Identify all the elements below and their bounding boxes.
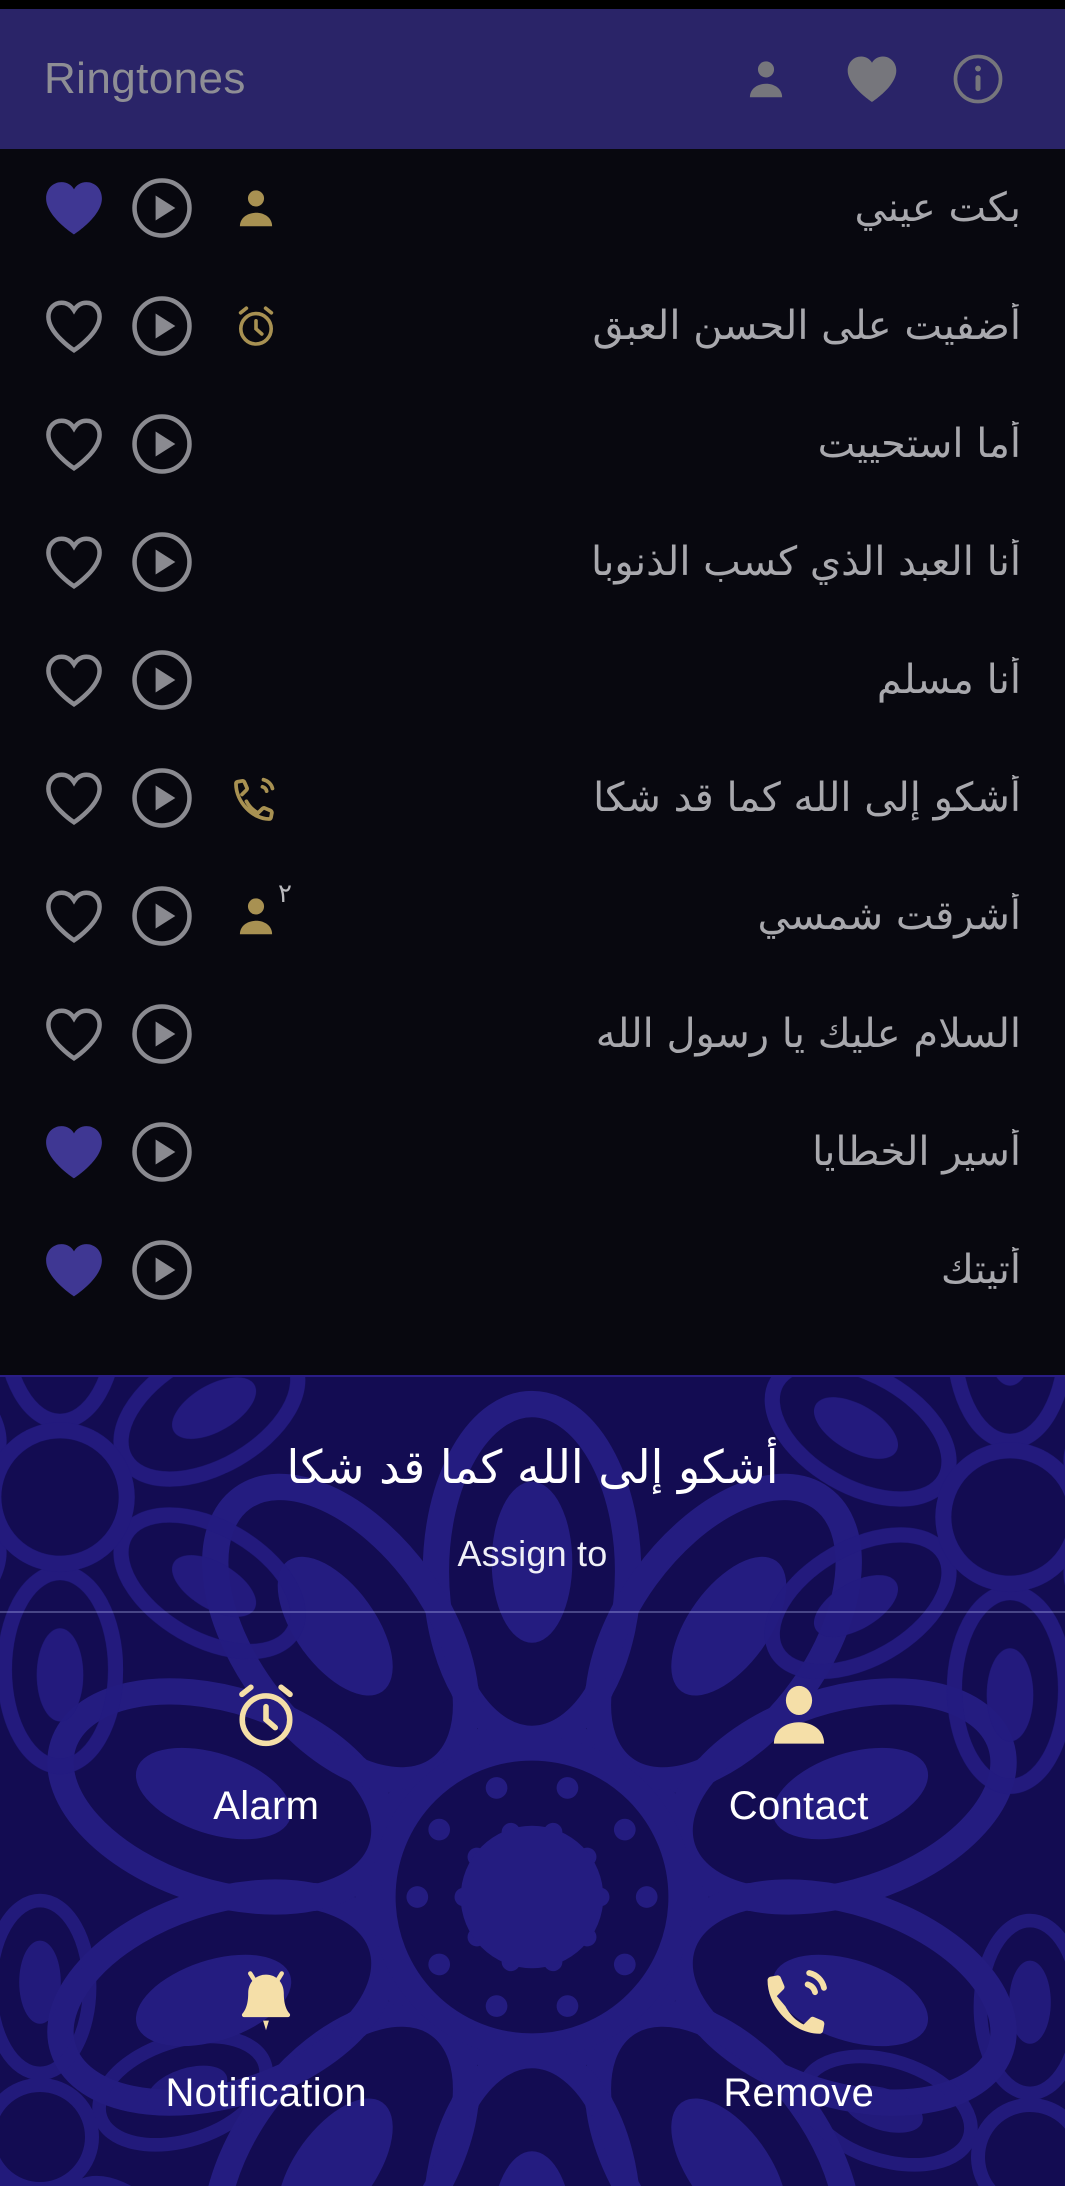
ringtone-title: أتيتك: [940, 1247, 1021, 1293]
row-controls: [30, 518, 306, 606]
assign-count-badge: ٢: [278, 878, 292, 908]
assign-slot-empty: [206, 1108, 306, 1196]
play-icon[interactable]: [118, 872, 206, 960]
ringtone-list[interactable]: بكت عيني أضفيت على الحسن العبق أما استحي…: [0, 149, 1065, 1375]
page-title: Ringtones: [44, 54, 246, 103]
assign-ringtone-icon[interactable]: [206, 754, 306, 842]
bell-icon: [231, 1963, 301, 2041]
ringtone-row[interactable]: ٢ أشرقت شمسي: [0, 857, 1065, 975]
app-screen: Ringtones بكت عيني أضفيت على الحسن العبق…: [0, 0, 1065, 2186]
row-controls: [30, 400, 306, 488]
assign-slot-empty: [206, 400, 306, 488]
ringtone-title: أسير الخطايا: [812, 1129, 1021, 1175]
heart-outline-icon[interactable]: [30, 872, 118, 960]
play-icon[interactable]: [118, 1226, 206, 1314]
play-icon[interactable]: [118, 636, 206, 724]
sheet-subtitle: Assign to: [457, 1532, 608, 1574]
status-bar: [0, 0, 1065, 9]
ringtone-row[interactable]: أنا مسلم: [0, 621, 1065, 739]
assign-contact-icon[interactable]: [206, 164, 306, 252]
row-controls: [30, 636, 306, 724]
ringtone-title: أنا العبد الذي كسب الذنوبا: [591, 539, 1021, 585]
row-controls: [30, 1108, 306, 1196]
ringtone-row[interactable]: أضفيت على الحسن العبق: [0, 267, 1065, 385]
row-controls: [30, 282, 306, 370]
alarm-clock-icon: [229, 1676, 303, 1754]
ringtone-row[interactable]: السلام عليك يا رسول الله: [0, 975, 1065, 1093]
app-bar: Ringtones: [0, 9, 1065, 149]
assign-action-contact[interactable]: Contact: [533, 1613, 1065, 1900]
ringtone-title: أشرقت شمسي: [757, 893, 1021, 939]
heart-outline-icon[interactable]: [30, 636, 118, 724]
play-icon[interactable]: [118, 164, 206, 252]
ringtone-row[interactable]: أما استحييت: [0, 385, 1065, 503]
assign-alarm-icon[interactable]: [206, 282, 306, 370]
heart-filled-icon[interactable]: [30, 164, 118, 252]
person-icon: [764, 1676, 834, 1754]
ringtone-title: بكت عيني: [854, 185, 1021, 231]
row-controls: [30, 990, 306, 1078]
sheet-ringtone-title: أشكو إلى الله كما قد شكا: [286, 1440, 779, 1494]
ringtone-title: السلام عليك يا رسول الله: [595, 1011, 1021, 1057]
play-icon[interactable]: [118, 754, 206, 842]
ringtone-row[interactable]: أنا العبد الذي كسب الذنوبا: [0, 503, 1065, 621]
row-controls: ٢: [30, 872, 306, 960]
contact-icon[interactable]: [737, 50, 795, 108]
assign-action-label: Notification: [165, 2071, 367, 2116]
phone-ringing-icon: [762, 1963, 836, 2041]
heart-outline-icon[interactable]: [30, 400, 118, 488]
ringtone-row[interactable]: أسير الخطايا: [0, 1093, 1065, 1211]
assign-action-remove[interactable]: Remove: [533, 1899, 1065, 2186]
assign-slot-empty: [206, 636, 306, 724]
play-icon[interactable]: [118, 400, 206, 488]
ringtone-title: أضفيت على الحسن العبق: [592, 303, 1021, 349]
assign-bottom-sheet: أشكو إلى الله كما قد شكا Assign to Alarm…: [0, 1375, 1065, 2186]
sheet-header: أشكو إلى الله كما قد شكا Assign to: [0, 1377, 1065, 1575]
ringtone-title: أما استحييت: [817, 421, 1021, 467]
heart-outline-icon[interactable]: [30, 990, 118, 1078]
ringtone-row[interactable]: أتيتك: [0, 1211, 1065, 1329]
ringtone-title: أشكو إلى الله كما قد شكا: [593, 775, 1021, 821]
heart-filled-icon[interactable]: [30, 1226, 118, 1314]
play-icon[interactable]: [118, 518, 206, 606]
heart-filled-icon[interactable]: [30, 1108, 118, 1196]
ringtone-title: أنا مسلم: [876, 657, 1021, 703]
assign-slot-empty: [206, 990, 306, 1078]
assign-action-notification[interactable]: Notification: [0, 1899, 533, 2186]
app-bar-actions: [737, 50, 1031, 108]
row-controls: [30, 164, 306, 252]
play-icon[interactable]: [118, 1108, 206, 1196]
assign-slot-empty: [206, 1226, 306, 1314]
ringtone-row[interactable]: بكت عيني: [0, 149, 1065, 267]
info-icon[interactable]: [949, 50, 1007, 108]
assign-slot-empty: [206, 518, 306, 606]
row-controls: [30, 754, 306, 842]
heart-outline-icon[interactable]: [30, 518, 118, 606]
assign-action-grid: Alarm Contact Notification Remove: [0, 1613, 1065, 2186]
heart-outline-icon[interactable]: [30, 282, 118, 370]
play-icon[interactable]: [118, 282, 206, 370]
assign-action-alarm[interactable]: Alarm: [0, 1613, 533, 1900]
assign-action-label: Remove: [723, 2071, 875, 2116]
assign-action-label: Alarm: [213, 1784, 320, 1829]
assign-contact-icon[interactable]: ٢: [206, 872, 306, 960]
assign-action-label: Contact: [728, 1784, 869, 1829]
play-icon[interactable]: [118, 990, 206, 1078]
row-controls: [30, 1226, 306, 1314]
ringtone-row[interactable]: أشكو إلى الله كما قد شكا: [0, 739, 1065, 857]
favorites-icon[interactable]: [843, 50, 901, 108]
heart-outline-icon[interactable]: [30, 754, 118, 842]
